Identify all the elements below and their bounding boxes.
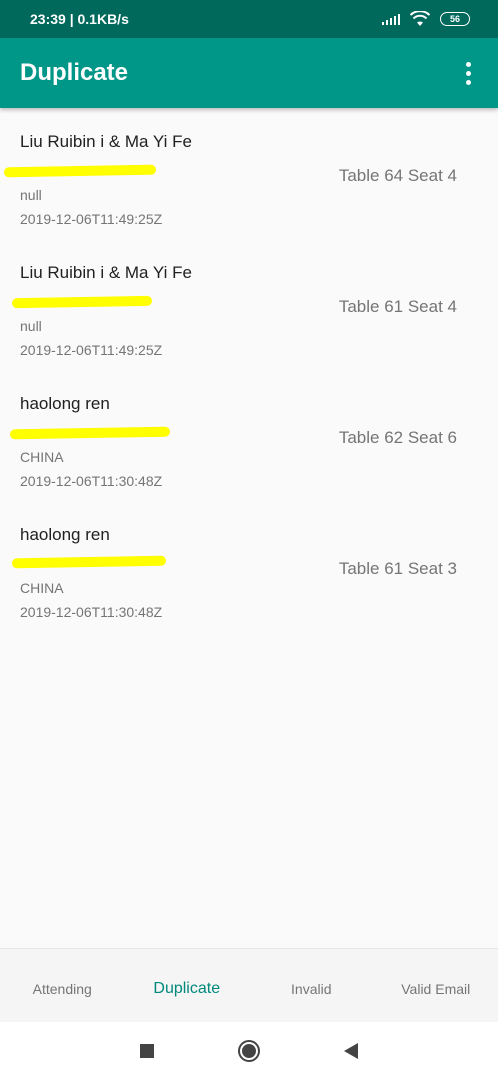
- country-label: null: [20, 187, 42, 203]
- tab-duplicate[interactable]: Duplicate: [125, 974, 250, 998]
- attendee-name: haolong ren: [20, 394, 110, 413]
- page-title: Duplicate: [20, 59, 129, 86]
- more-vert-icon[interactable]: [458, 61, 478, 85]
- redaction-mark: [11, 295, 153, 309]
- list-item[interactable]: Liu Ruibin i & Ma Yi Fe Table 61 Seat 4 …: [0, 239, 498, 370]
- country-label: CHINA: [20, 580, 64, 596]
- bottom-tab-bar: Attending Duplicate Invalid Valid Email: [0, 948, 498, 1022]
- home-icon[interactable]: [238, 1040, 260, 1062]
- tab-attending[interactable]: Attending: [0, 975, 125, 997]
- signal-icon: [382, 13, 400, 25]
- redaction-mark: [3, 164, 157, 178]
- seat-label: Table 61 Seat 4: [338, 297, 457, 316]
- wifi-icon: [410, 11, 430, 26]
- battery-icon: 56: [440, 12, 470, 26]
- attendee-name: Liu Ruibin i & Ma Yi Fe: [20, 132, 192, 151]
- battery-level: 56: [449, 14, 460, 24]
- recents-icon[interactable]: [140, 1044, 154, 1058]
- seat-label: Table 62 Seat 6: [338, 428, 457, 447]
- list-item[interactable]: Liu Ruibin i & Ma Yi Fe Table 64 Seat 4 …: [0, 108, 498, 239]
- list-item[interactable]: haolong ren Table 62 Seat 6 CHINA 2019-1…: [0, 370, 498, 501]
- timestamp-label: 2019-12-06T11:49:25Z: [20, 342, 163, 358]
- timestamp-label: 2019-12-06T11:49:25Z: [20, 211, 163, 227]
- app-bar: Duplicate: [0, 38, 498, 108]
- country-label: null: [20, 318, 42, 334]
- timestamp-label: 2019-12-06T11:30:48Z: [20, 604, 163, 620]
- redaction-mark: [9, 426, 171, 440]
- redaction-mark: [11, 555, 167, 569]
- status-bar: 23:39 | 0.1KB/s 56: [0, 0, 498, 38]
- country-label: CHINA: [20, 449, 64, 465]
- tab-valid-email[interactable]: Valid Email: [374, 975, 498, 997]
- seat-label: Table 61 Seat 3: [338, 559, 457, 578]
- list-item[interactable]: haolong ren Table 61 Seat 3 CHINA 2019-1…: [0, 501, 498, 632]
- back-icon[interactable]: [344, 1043, 358, 1059]
- timestamp-label: 2019-12-06T11:30:48Z: [20, 473, 163, 489]
- seat-label: Table 64 Seat 4: [338, 166, 457, 185]
- attendee-name: haolong ren: [20, 525, 110, 544]
- tab-invalid[interactable]: Invalid: [249, 975, 374, 997]
- status-icons: 56: [382, 11, 470, 27]
- system-nav-bar: [0, 1022, 498, 1080]
- duplicate-list: Liu Ruibin i & Ma Yi Fe Table 64 Seat 4 …: [0, 108, 498, 632]
- status-time: 23:39 | 0.1KB/s: [30, 11, 129, 27]
- attendee-name: Liu Ruibin i & Ma Yi Fe: [20, 263, 192, 282]
